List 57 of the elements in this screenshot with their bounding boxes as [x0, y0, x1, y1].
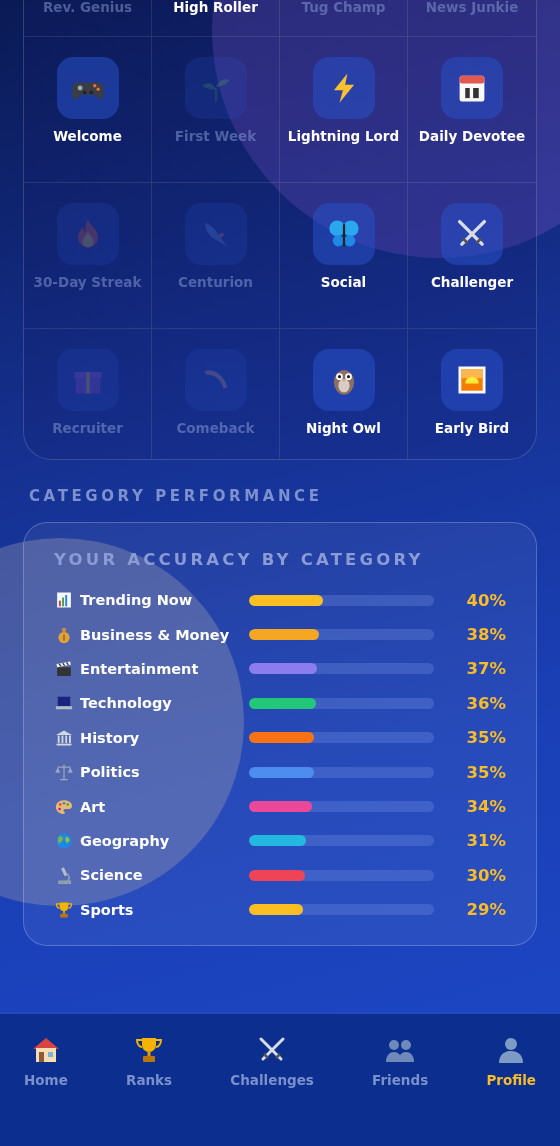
accuracy-percent: 35% [465, 728, 506, 748]
category-name: Science [80, 867, 143, 884]
badge-label: Early Bird [434, 420, 510, 436]
badge-tile[interactable] [312, 57, 375, 119]
scales-icon [54, 762, 74, 783]
badge-label: Challenger [430, 274, 514, 290]
badge-tile[interactable] [56, 203, 119, 265]
tab[interactable]: Friends [372, 1034, 429, 1088]
badge-label: Centurion [178, 274, 253, 290]
badge-tile[interactable] [184, 349, 247, 411]
badge-tile[interactable] [184, 203, 247, 265]
tab[interactable]: Challenges [230, 1034, 314, 1088]
badge-label: Night Owl [306, 420, 381, 436]
accuracy-percent: 31% [465, 831, 506, 851]
category-name: Sports [80, 901, 134, 918]
badge-label: 30-Day Streak [33, 274, 142, 290]
chart-icon [54, 590, 74, 611]
badge-tile[interactable] [312, 349, 375, 411]
category-name: Entertainment [80, 660, 199, 677]
badge-label: Social [320, 274, 367, 290]
badge-tile[interactable] [56, 57, 119, 119]
badge-label: Daily Devotee [418, 128, 526, 144]
badge-label: Rev. Genius [42, 0, 133, 15]
badge-tile[interactable] [441, 203, 503, 265]
badge-tile[interactable] [441, 57, 503, 119]
accuracy-percent: 35% [465, 762, 506, 782]
tab[interactable]: Profile [486, 1034, 536, 1088]
badge-label: Tug Champ [301, 0, 386, 15]
tab[interactable]: Home [24, 1034, 68, 1088]
card-title: YOUR ACCURACY BY CATEGORY [54, 549, 425, 571]
badge-tile[interactable] [56, 349, 119, 411]
badge-label: Welcome [53, 128, 122, 144]
accuracy-percent: 37% [465, 659, 506, 679]
tab[interactable]: Ranks [126, 1034, 173, 1088]
category-name: Trending Now [80, 592, 193, 609]
category-name: History [80, 729, 140, 746]
badge-tile[interactable] [441, 349, 503, 411]
category-name: Geography [80, 832, 170, 849]
badge-label: Comeback [176, 420, 255, 436]
category-name: Business & Money [80, 626, 230, 643]
badge-tile[interactable] [312, 203, 375, 265]
badge-label: First Week [174, 128, 257, 144]
accuracy-percent: 40% [465, 590, 506, 610]
accuracy-percent: 36% [465, 693, 506, 713]
accuracy-percent: 38% [465, 625, 506, 645]
badge-label: News Junkie [425, 0, 519, 15]
badge-label: High Roller [173, 0, 258, 15]
badge-label: Lightning Lord [287, 128, 400, 144]
section-heading: CATEGORY PERFORMANCE [29, 486, 324, 506]
badge-tile[interactable] [184, 57, 247, 119]
category-name: Art [80, 798, 106, 815]
category-name: Technology [80, 695, 172, 712]
badge-label: Recruiter [52, 420, 123, 436]
category-name: Politics [80, 764, 140, 781]
accuracy-percent: 30% [465, 865, 506, 885]
accuracy-percent: 29% [465, 900, 506, 920]
accuracy-percent: 34% [465, 797, 506, 817]
